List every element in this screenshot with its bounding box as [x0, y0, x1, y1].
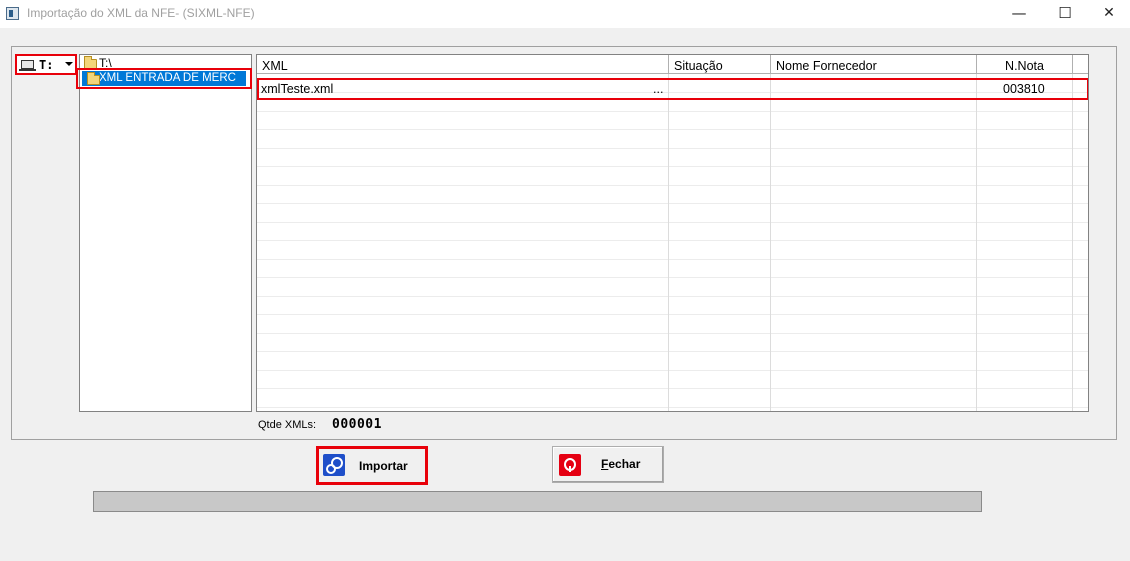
folder-open-icon: [84, 56, 97, 69]
importar-button[interactable]: Importar: [316, 446, 428, 485]
importar-label: Importar: [359, 459, 408, 473]
progress-bar: [93, 491, 982, 512]
drive-select[interactable]: T:: [15, 54, 77, 75]
table-row[interactable]: xmlTeste.xml ... 003810: [257, 78, 1088, 100]
tree-item-selected-folder[interactable]: XML ENTRADA DE MERC: [76, 68, 252, 89]
grid-row-line: [257, 370, 1088, 371]
close-window-button[interactable]: ✕: [1086, 0, 1130, 28]
fechar-button[interactable]: Fechar: [552, 446, 664, 483]
grid-row-line: [257, 203, 1088, 204]
qtde-xmls-label: Qtde XMLs:: [258, 419, 317, 431]
grid-row-line: [257, 351, 1088, 352]
window-title: Importação do XML da NFE- (SIXML-NFE): [27, 6, 255, 20]
grid-row-line: [257, 148, 1088, 149]
grid-row-lines: [257, 74, 1088, 411]
grid-row-line: [257, 314, 1088, 315]
column-divider: [976, 74, 977, 411]
grid-row-line: [257, 333, 1088, 334]
maximize-button[interactable]: ☐: [1042, 0, 1088, 28]
grid-row-line: [257, 388, 1088, 389]
grid-row-line: [257, 259, 1088, 260]
grid-row-line: [257, 296, 1088, 297]
folder-tree[interactable]: T:\ XML ENTRADA DE MERC: [76, 54, 252, 412]
title-bar: Importação do XML da NFE- (SIXML-NFE) — …: [0, 0, 1130, 28]
fechar-label: Fechar: [601, 457, 641, 471]
column-header-xml[interactable]: XML: [257, 55, 669, 74]
column-divider: [1072, 74, 1073, 411]
minimize-button[interactable]: —: [996, 0, 1042, 28]
drive-label: T:: [39, 58, 54, 72]
grid-header: XML Situação Nome Fornecedor N.Nota: [257, 55, 1088, 74]
grid-row-line: [257, 166, 1088, 167]
cell-xml-ellipsis[interactable]: ...: [653, 80, 663, 98]
column-header-fornecedor[interactable]: Nome Fornecedor: [771, 55, 977, 74]
grid-row-line: [257, 111, 1088, 112]
drive-icon: [19, 60, 36, 71]
qtde-xmls-value: 000001: [332, 417, 382, 432]
cell-nota: 003810: [1003, 82, 1045, 96]
grid-row-line: [257, 129, 1088, 130]
column-header-nota[interactable]: N.Nota: [977, 55, 1073, 74]
gears-icon: [323, 454, 345, 476]
grid-row-line: [257, 222, 1088, 223]
folder-icon: [87, 72, 100, 85]
grid-row-line: [257, 185, 1088, 186]
xml-grid[interactable]: XML Situação Nome Fornecedor N.Nota xmlT…: [256, 54, 1089, 412]
close-icon: [559, 454, 581, 476]
app-icon[interactable]: [6, 7, 19, 20]
column-header-situacao[interactable]: Situação: [669, 55, 771, 74]
tree-item-root-label: T:\: [99, 56, 112, 70]
grid-row-line: [257, 277, 1088, 278]
column-divider: [770, 74, 771, 411]
grid-row-line: [257, 407, 1088, 408]
grid-row-line: [257, 240, 1088, 241]
chevron-down-icon[interactable]: [65, 62, 73, 66]
cell-xml: xmlTeste.xml: [261, 82, 334, 96]
tree-item-selected-label: XML ENTRADA DE MERC: [82, 71, 246, 86]
column-divider: [668, 74, 669, 411]
